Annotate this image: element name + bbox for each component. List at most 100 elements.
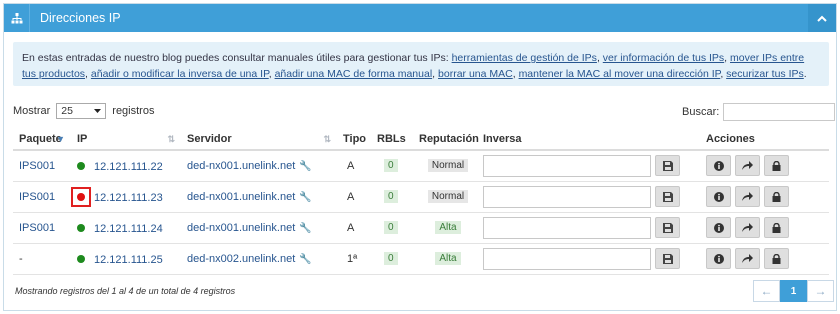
reputation-badge: Alta [435,252,461,265]
paquete-cell[interactable]: IPS001 [19,191,55,203]
lock-icon [772,191,781,202]
collapse-button[interactable] [808,4,836,32]
status-dot-icon [77,223,85,232]
link-securizar[interactable]: securizar tus IPs [726,68,804,80]
next-page-button[interactable]: → [807,280,834,302]
status-dot-icon [77,161,85,170]
wrench-icon[interactable]: 🔧 [299,223,311,234]
prev-page-button[interactable]: ← [753,280,780,302]
show-label: Mostrar [13,105,51,117]
link-inversa[interactable]: añadir o modificar la inversa de una IP [91,68,269,80]
ip-link[interactable]: 12.121.111.25 [94,254,163,266]
pagination: ← 1 → [753,280,834,302]
rbl-badge: 0 [384,159,398,173]
info-icon [713,191,724,202]
link-anadir-mac[interactable]: añadir una MAC de forma manual [275,68,433,80]
floppy-disk-icon [662,222,673,233]
search-input[interactable] [723,103,836,121]
link-mantener-mac[interactable]: mantener la MAC al mover una dirección I… [519,68,721,80]
lock-icon [772,253,781,264]
link-borrar-mac[interactable]: borrar una MAC [438,68,513,80]
page-size-select[interactable]: 25 [56,103,107,119]
table-row: IPS001 12.121.111.24 ded-nx001.unelink.net… [13,212,829,244]
link-herramientas[interactable]: herramientas de gestión de IPs [452,52,597,64]
col-ip[interactable]: IP ⇅ [71,128,181,151]
col-reputacion[interactable]: Reputación [415,128,481,151]
reputation-badge: Alta [435,221,461,234]
server-link[interactable]: ded-nx001.unelink.net [187,222,295,234]
tipo-cell: A [347,221,355,234]
page-button[interactable]: 1 [780,280,807,302]
table-header-row: Paquete ▼ IP ⇅ Servidor ⇅ Tipo RBLs Reputac… [13,128,829,151]
ip-link[interactable]: 12.121.111.22 [94,161,163,173]
share-arrow-icon [742,161,753,171]
caret-down-icon [94,109,102,113]
col-inversa[interactable]: Inversa [481,128,705,151]
col-rbls[interactable]: RBLs [373,128,415,151]
floppy-disk-icon [662,191,673,202]
save-button[interactable] [655,155,680,177]
save-button[interactable] [655,248,680,269]
rbl-badge: 0 [384,252,398,265]
ip-link[interactable]: 12.121.111.24 [94,223,163,235]
reputation-badge: Normal [427,159,469,173]
paquete-cell[interactable]: IPS001 [19,160,55,172]
wrench-icon[interactable]: 🔧 [299,254,311,265]
reverse-dns-input[interactable] [483,154,651,177]
info-button[interactable] [706,217,731,238]
move-ip-button[interactable] [735,248,760,269]
security-button[interactable] [764,186,789,207]
ip-table: Paquete ▼ IP ⇅ Servidor ⇅ Tipo RBLs Reputac… [13,128,829,275]
tipo-cell: A [347,159,355,172]
reverse-dns-input[interactable] [483,185,651,208]
tipo-cell: A [347,190,355,203]
lock-icon [772,160,781,171]
wrench-icon[interactable]: 🔧 [299,161,311,172]
sitemap-icon [4,4,30,32]
link-ver-informacion[interactable]: ver información de tus IPs [603,52,724,64]
wrench-icon[interactable]: 🔧 [299,192,311,203]
search-label: Buscar: [682,106,720,118]
security-button[interactable] [764,217,789,238]
col-tipo[interactable]: Tipo [337,128,373,151]
info-icon [713,160,724,171]
move-ip-button[interactable] [735,186,760,207]
panel-header: Direcciones IP [4,4,836,32]
security-button[interactable] [764,155,789,177]
col-acciones: Acciones [705,128,829,151]
save-button[interactable] [655,217,680,238]
info-button[interactable] [706,248,731,269]
col-servidor[interactable]: Servidor ⇅ [181,128,337,151]
move-ip-button[interactable] [735,217,760,238]
move-ip-button[interactable] [735,155,760,177]
reverse-dns-input[interactable] [483,247,651,270]
col-paquete[interactable]: Paquete ▼ [13,128,71,151]
sort-icon: ⇅ [323,134,331,144]
status-dot-icon [77,192,85,201]
server-link[interactable]: ded-nx001.unelink.net [187,191,295,203]
table-row: IPS001 12.121.111.22 ded-nx001.unelink.net… [13,150,829,182]
info-box: En estas entradas de nuestro blog puedes… [13,42,829,86]
panel-title: Direcciones IP [40,11,121,25]
ip-link[interactable]: 12.121.111.23 [94,192,163,204]
chevron-up-icon [817,15,827,22]
share-arrow-icon [742,223,753,232]
info-button[interactable] [706,186,731,207]
security-button[interactable] [764,248,789,269]
share-arrow-icon [742,254,753,263]
save-button[interactable] [655,186,680,207]
server-link[interactable]: ded-nx002.unelink.net [187,253,295,265]
table-row: - 12.121.111.25 ded-nx002.unelink.net 🔧 1ª 0 A… [13,243,829,275]
tipo-cell: 1ª [347,252,358,265]
floppy-disk-icon [662,160,673,171]
page-size-control: Mostrar 25 registros [13,103,154,119]
paquete-cell[interactable]: IPS001 [19,222,55,234]
info-button[interactable] [706,155,731,177]
status-indicator [71,156,91,176]
sort-desc-icon: ▼ [56,134,65,144]
table-info: Mostrando registros del 1 al 4 de un tot… [15,286,236,296]
share-arrow-icon [742,192,753,201]
reverse-dns-input[interactable] [483,216,651,239]
server-link[interactable]: ded-nx001.unelink.net [187,160,295,172]
paquete-cell: - [19,252,23,265]
